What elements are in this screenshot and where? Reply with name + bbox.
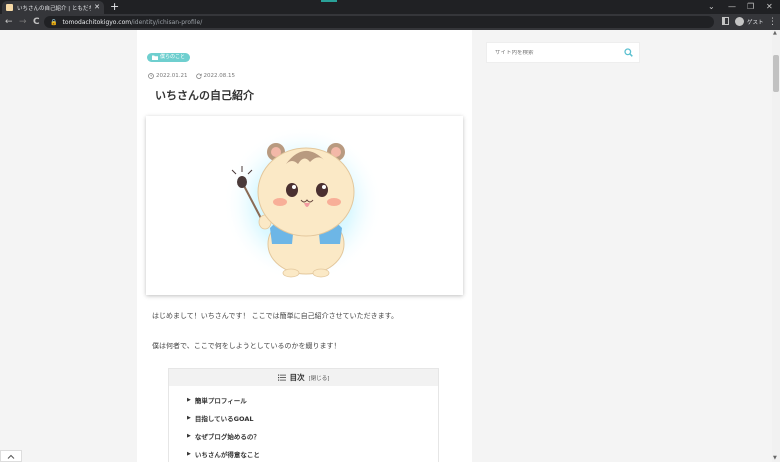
- toc-item-label: 簡単プロフィール: [194, 397, 247, 405]
- page-scrollbar[interactable]: ▲ ▼: [772, 30, 780, 462]
- search-input[interactable]: [495, 49, 620, 56]
- url-path: /identity/ichisan-profile/: [131, 18, 203, 26]
- tab-search-icon[interactable]: ⌄: [708, 1, 715, 12]
- caret-right-icon: ▶: [187, 415, 191, 421]
- toc-item-label: 目指しているGOAL: [194, 415, 254, 423]
- profile-button[interactable]: ゲスト: [735, 17, 764, 26]
- intro-paragraph: はじめまして！いちさんです！ ここでは簡単に自己紹介させていただきます。: [152, 312, 398, 320]
- intro-paragraph-2: 僕は何者で、ここで何をしようとしているのかを綴ります！: [152, 342, 341, 350]
- site-search: [486, 42, 640, 63]
- search-button[interactable]: [620, 45, 636, 61]
- page-title: いちさんの自己紹介: [155, 89, 254, 102]
- folder-icon: [152, 55, 158, 60]
- back-button[interactable]: ←: [5, 16, 13, 28]
- active-tab[interactable]: いちさんの自己紹介 | ともだちと起業 ✕: [2, 1, 104, 14]
- toc-item[interactable]: ▶ 簡単プロフィール: [187, 395, 247, 405]
- toc-item-label: なぜブログ始めるの？: [194, 433, 260, 441]
- tab-indicator: [321, 0, 337, 2]
- new-tab-button[interactable]: +: [110, 1, 119, 13]
- tab-title: いちさんの自己紹介 | ともだちと起業: [17, 5, 92, 12]
- side-panel-icon[interactable]: [722, 17, 729, 25]
- caret-right-icon: ▶: [187, 397, 191, 403]
- list-icon: [277, 374, 286, 381]
- profile-avatar-icon: [735, 17, 744, 26]
- category-badge[interactable]: 僕らのこと: [147, 53, 191, 62]
- scrollbar-thumb[interactable]: [773, 55, 779, 92]
- clock-icon: [148, 73, 154, 79]
- scroll-down-icon[interactable]: ▼: [773, 455, 777, 461]
- caret-right-icon: ▶: [187, 451, 191, 457]
- post-dates: 2022.01.21 2022.08.15: [148, 73, 235, 79]
- published-date-text: 2022.01.21: [156, 73, 188, 79]
- eyecatch-image: [146, 116, 463, 295]
- minimize-button[interactable]: —: [728, 1, 736, 12]
- caret-right-icon: ▶: [187, 433, 191, 439]
- search-icon: [623, 48, 633, 57]
- profile-label: ゲスト: [747, 19, 764, 26]
- page-viewport: 僕らのこと 2022.01.21 2022.08.15 いちさんの自己紹介 はじ…: [0, 30, 772, 462]
- article-column: 僕らのこと 2022.01.21 2022.08.15 いちさんの自己紹介 はじ…: [137, 30, 472, 462]
- table-of-contents: 目次 [閉じる] ▶ 簡単プロフィール ▶ 目指しているGOAL ▶ なぜブログ…: [168, 368, 439, 462]
- reload-button[interactable]: C: [33, 16, 40, 28]
- toc-header: 目次 [閉じる]: [169, 369, 438, 386]
- toc-item[interactable]: ▶ なぜブログ始めるの？: [187, 431, 260, 441]
- favicon-icon: [6, 4, 13, 11]
- restore-button[interactable]: ❐: [747, 1, 754, 12]
- hamster-illustration: [223, 126, 383, 282]
- back-to-top-button[interactable]: [0, 450, 22, 462]
- published-date: 2022.01.21: [148, 73, 188, 79]
- url-host: tomodachitokigyo.com: [62, 18, 132, 26]
- chevron-up-icon: [7, 454, 15, 459]
- lock-icon: 🔒: [50, 18, 58, 26]
- browser-menu-icon[interactable]: ⋮: [768, 16, 777, 28]
- updated-date-text: 2022.08.15: [203, 73, 236, 79]
- toc-item[interactable]: ▶ 目指しているGOAL: [187, 413, 254, 423]
- address-bar[interactable]: 🔒 tomodachitokigyo.com /identity/ichisan…: [44, 16, 714, 28]
- tab-close-icon[interactable]: ✕: [94, 4, 100, 11]
- toc-title: 目次: [289, 373, 305, 382]
- category-label: 僕らのこと: [160, 54, 186, 60]
- scroll-up-icon[interactable]: ▲: [773, 30, 777, 36]
- browser-toolbar: ← → C 🔒 tomodachitokigyo.com /identity/i…: [0, 14, 780, 30]
- tab-strip: いちさんの自己紹介 | ともだちと起業 ✕ + ⌄ — ❐ ✕: [0, 0, 780, 14]
- close-window-button[interactable]: ✕: [766, 1, 773, 12]
- refresh-icon: [195, 73, 202, 79]
- updated-date: 2022.08.15: [195, 73, 236, 79]
- forward-button[interactable]: →: [19, 16, 27, 28]
- toc-toggle[interactable]: [閉じる]: [309, 374, 330, 382]
- toc-item[interactable]: ▶ いちさんが得意なこと: [187, 449, 260, 459]
- toc-item-label: いちさんが得意なこと: [194, 451, 260, 459]
